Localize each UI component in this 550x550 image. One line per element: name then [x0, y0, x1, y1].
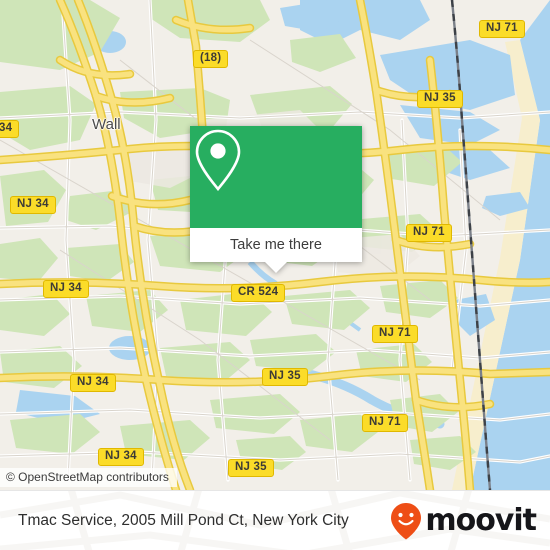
popup-header	[190, 126, 362, 228]
location-address: Tmac Service, 2005 Mill Pond Ct, New Yor…	[18, 512, 349, 529]
moovit-wordmark: moovit	[425, 503, 537, 538]
road-shield: NJ 71	[406, 224, 452, 242]
moovit-pin-icon	[391, 503, 422, 540]
road-shield: NJ 71	[479, 20, 525, 38]
road-shield: NJ 34	[70, 374, 116, 392]
popup-action-button[interactable]: Take me there	[190, 228, 362, 262]
road-shield: NJ 34	[98, 448, 144, 466]
map-pin-icon	[195, 129, 241, 192]
road-shield: NJ 35	[262, 368, 308, 386]
road-shield: CR 524	[231, 284, 286, 302]
road-shield: NJ 35	[417, 90, 463, 108]
map-screenshot: Wall (18) NJ 71 NJ 35 34 NJ 34 NJ 71 NJ …	[0, 0, 550, 550]
road-shield: NJ 34	[43, 280, 89, 298]
place-label-wall: Wall	[92, 116, 121, 133]
popup-tail	[265, 262, 287, 273]
road-shield: NJ 35	[228, 459, 274, 477]
map-attribution[interactable]: © OpenStreetMap contributors	[0, 468, 177, 487]
road-shield: NJ 34	[10, 196, 56, 214]
road-shield: (18)	[193, 50, 229, 68]
popup-action-label: Take me there	[230, 237, 322, 253]
footer-bar: Tmac Service, 2005 Mill Pond Ct, New Yor…	[0, 490, 550, 550]
location-popup-card[interactable]: Take me there	[190, 126, 362, 273]
road-shield: NJ 71	[362, 414, 408, 432]
moovit-logo[interactable]: moovit	[389, 501, 537, 541]
road-shield: NJ 71	[372, 325, 418, 343]
map-canvas[interactable]: Wall (18) NJ 71 NJ 35 34 NJ 34 NJ 71 NJ …	[0, 0, 550, 490]
road-shield: 34	[0, 120, 20, 138]
